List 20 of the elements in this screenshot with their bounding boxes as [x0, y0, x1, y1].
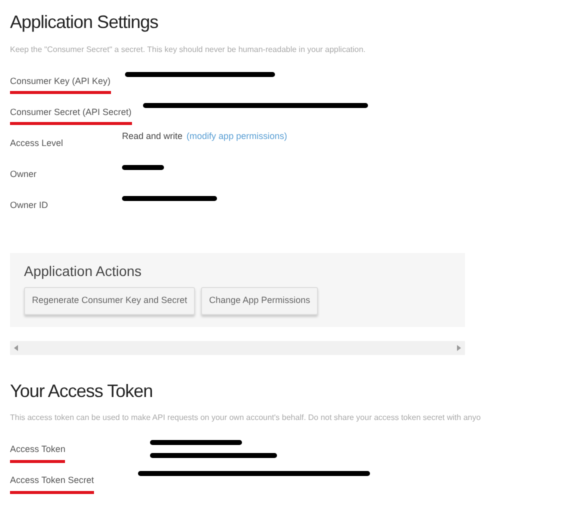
action-button[interactable]: Change App Permissions [201, 287, 318, 315]
scroll-right-icon[interactable] [457, 344, 461, 351]
field-label: Access Token [10, 443, 66, 463]
field-label: Consumer Secret (API Secret) [10, 106, 132, 126]
field-value: Read and write [122, 130, 183, 143]
scrollbar[interactable] [10, 340, 465, 355]
field-label: Consumer Key (API Key) [10, 74, 111, 94]
field-label: Owner [10, 168, 37, 181]
redaction-mark [122, 164, 164, 170]
field-label: Access Token Secret [10, 474, 94, 494]
section-heading: Application Settings [10, 12, 160, 34]
field-label: Access Level [10, 136, 64, 150]
permissions-link[interactable]: (modify app permissions) [186, 130, 288, 144]
description-text: Keep the "Consumer Secret" a secret. This key should never be human-readable in your application. [10, 44, 367, 56]
section-heading: Your Access Token [10, 380, 154, 402]
description-text: This access token can be used to make API requests on your own account's behalf. Do not share your access token secret with anyo [10, 412, 482, 424]
scroll-left-icon[interactable] [14, 344, 18, 351]
field-label: Owner ID [10, 198, 48, 212]
action-button[interactable]: Regenerate Consumer Key and Secret [24, 287, 196, 315]
panel-heading: Application Actions [24, 262, 143, 280]
